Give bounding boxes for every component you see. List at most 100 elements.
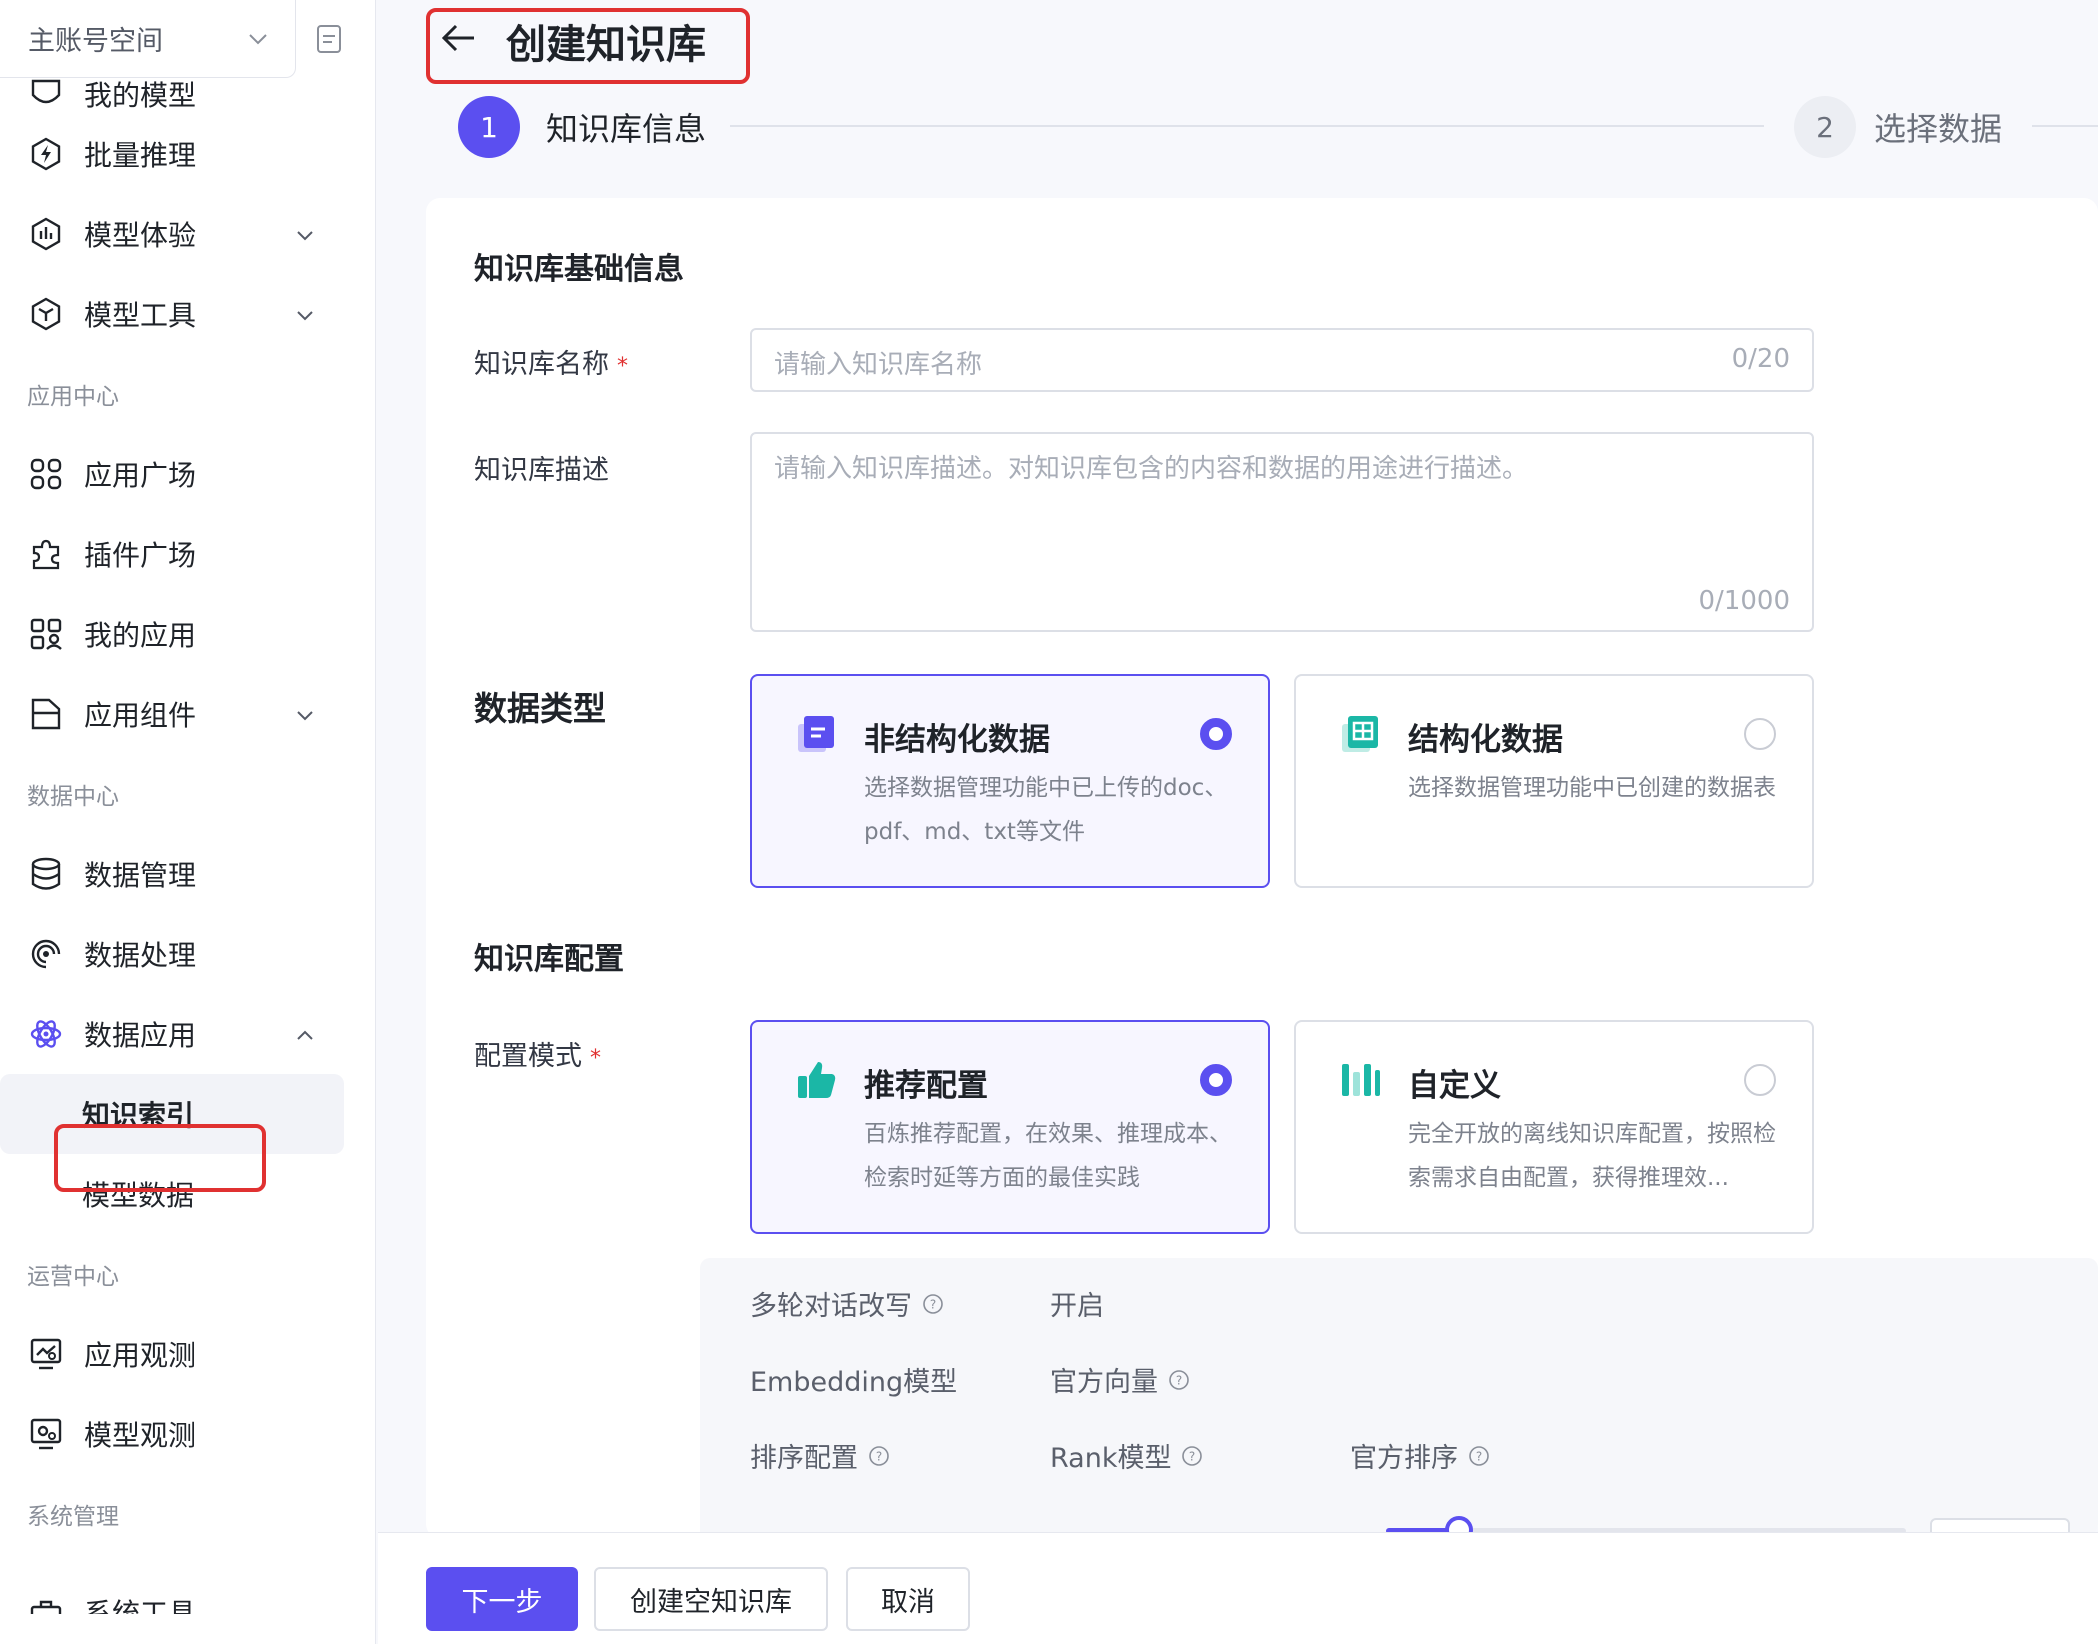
rank-model-value-text: 官方排序 bbox=[1350, 1443, 1458, 1474]
folder-icon bbox=[28, 696, 64, 732]
required-mark: * bbox=[617, 354, 628, 379]
document-icon[interactable] bbox=[316, 24, 342, 54]
sidebar-item-my-apps[interactable]: 我的应用 bbox=[0, 594, 375, 674]
rewrite-label: 多轮对话改写? bbox=[750, 1284, 944, 1323]
workspace-name: 主账号空间 bbox=[28, 26, 163, 57]
radio-selected[interactable] bbox=[1200, 1064, 1232, 1096]
radio-unselected[interactable] bbox=[1744, 1064, 1776, 1096]
model-shield-icon bbox=[28, 76, 64, 112]
sidebar-item-my-models[interactable]: 我的模型 bbox=[0, 74, 375, 114]
nav-group-system: 系统管理 bbox=[27, 1504, 119, 1530]
option-recommended-config[interactable]: 推荐配置 百炼推荐配置，在效果、推理成本、检索时延等方面的最佳实践 bbox=[750, 1020, 1270, 1234]
kb-desc-counter: 0/1000 bbox=[1698, 586, 1790, 616]
step-2-indicator: 2 bbox=[1794, 96, 1856, 158]
sidebar-item-model-experience[interactable]: 模型体验 bbox=[0, 194, 375, 274]
bars-custom-icon bbox=[1342, 1064, 1380, 1096]
step-connector bbox=[730, 125, 1764, 127]
sidebar: 主账号空间 我的模型 批量推理 模型体验 模型工具 应用中心 应用广场 插件广场… bbox=[0, 0, 376, 1644]
svg-text:?: ? bbox=[1189, 1449, 1195, 1463]
sidebar-item-label: 数据管理 bbox=[84, 859, 197, 892]
option-desc: 选择数据管理功能中已上传的doc、pdf、md、txt等文件 bbox=[864, 775, 1228, 845]
sidebar-item-data-apps[interactable]: 数据应用 bbox=[0, 994, 375, 1074]
option-unstructured-data[interactable]: 非结构化数据 选择数据管理功能中已上传的doc、pdf、md、txt等文件 bbox=[750, 674, 1270, 888]
sidebar-item-plugin-square[interactable]: 插件广场 bbox=[0, 514, 375, 594]
option-desc: 百炼推荐配置，在效果、推理成本、检索时延等方面的最佳实践 bbox=[864, 1121, 1232, 1191]
sidebar-item-label: 应用组件 bbox=[84, 699, 197, 732]
help-icon[interactable]: ? bbox=[922, 1293, 944, 1315]
form-card: 知识库基础信息 知识库名称 * 请输入知识库名称 0/20 知识库描述 请输入知识… bbox=[426, 198, 2098, 1538]
sidebar-item-data-management[interactable]: 数据管理 bbox=[0, 834, 375, 914]
kb-name-input[interactable]: 请输入知识库名称 0/20 bbox=[750, 328, 1814, 392]
radio-selected[interactable] bbox=[1200, 718, 1232, 750]
option-desc: 选择数据管理功能中已创建的数据表 bbox=[1408, 775, 1776, 801]
create-empty-kb-button[interactable]: 创建空知识库 bbox=[594, 1567, 828, 1631]
option-title: 自定义 bbox=[1408, 1068, 1501, 1104]
chevron-down-icon bbox=[297, 311, 313, 321]
svg-text:?: ? bbox=[1476, 1449, 1482, 1463]
rank-model-label-text: Rank模型 bbox=[1050, 1443, 1172, 1474]
mode-label-text: 配置模式 bbox=[474, 1041, 582, 1072]
option-title: 结构化数据 bbox=[1408, 722, 1563, 758]
step-connector bbox=[2032, 125, 2098, 127]
sidebar-item-label: 模型观测 bbox=[84, 1419, 197, 1452]
help-icon[interactable]: ? bbox=[1168, 1369, 1190, 1391]
rank-config-label-text: 排序配置 bbox=[750, 1443, 858, 1474]
nav-group-app-center: 应用中心 bbox=[27, 384, 119, 410]
svg-text:?: ? bbox=[1176, 1373, 1182, 1387]
sidebar-item-app-square[interactable]: 应用广场 bbox=[0, 434, 375, 514]
puzzle-icon bbox=[28, 536, 64, 572]
help-icon[interactable]: ? bbox=[1181, 1445, 1203, 1467]
sidebar-item-label: 数据应用 bbox=[84, 1019, 197, 1052]
sidebar-item-label: 模型体验 bbox=[84, 219, 197, 252]
sidebar-item-app-components[interactable]: 应用组件 bbox=[0, 674, 375, 754]
database-icon bbox=[28, 856, 64, 892]
kb-name-placeholder: 请输入知识库名称 bbox=[774, 350, 983, 380]
sidebar-item-label: 我的应用 bbox=[84, 619, 197, 652]
next-button[interactable]: 下一步 bbox=[426, 1567, 578, 1631]
name-label: 知识库名称 * bbox=[474, 342, 628, 381]
sidebar-item-model-observe[interactable]: 模型观测 bbox=[0, 1394, 375, 1474]
sidebar-item-system-tools[interactable]: 系统工具 bbox=[0, 1554, 375, 1614]
option-custom-config[interactable]: 自定义 完全开放的离线知识库配置，按照检索需求自由配置，获得推理效... bbox=[1294, 1020, 1814, 1234]
sidebar-item-model-tools[interactable]: 模型工具 bbox=[0, 274, 375, 354]
chevron-down-icon bbox=[297, 711, 313, 721]
sidebar-item-label: 批量推理 bbox=[84, 139, 197, 172]
step-1-indicator: 1 bbox=[458, 96, 520, 158]
kb-desc-textarea[interactable]: 请输入知识库描述。对知识库包含的内容和数据的用途进行描述。 0/1000 bbox=[750, 432, 1814, 632]
bolt-hexagon-icon bbox=[28, 136, 64, 172]
help-icon[interactable]: ? bbox=[1468, 1445, 1490, 1467]
svg-text:?: ? bbox=[876, 1449, 882, 1463]
sidebar-item-data-processing[interactable]: 数据处理 bbox=[0, 914, 375, 994]
atom-icon bbox=[28, 1016, 64, 1052]
cancel-button[interactable]: 取消 bbox=[846, 1567, 970, 1631]
workspace-row: 主账号空间 bbox=[0, 0, 375, 78]
mode-label: 配置模式 * bbox=[474, 1034, 601, 1073]
sidebar-item-batch-inference[interactable]: 批量推理 bbox=[0, 114, 375, 194]
rank-model-label: Rank模型? bbox=[1050, 1436, 1203, 1475]
chevron-down-icon bbox=[249, 34, 267, 45]
radio-unselected[interactable] bbox=[1744, 718, 1776, 750]
monitor-gear-icon bbox=[28, 1416, 64, 1452]
help-icon[interactable]: ? bbox=[868, 1445, 890, 1467]
sidebar-item-label: 我的模型 bbox=[84, 79, 197, 112]
chevron-up-icon bbox=[297, 1030, 313, 1040]
section-kb-config: 知识库配置 bbox=[474, 942, 624, 977]
kb-desc-placeholder: 请输入知识库描述。对知识库包含的内容和数据的用途进行描述。 bbox=[774, 454, 1529, 484]
chevron-down-icon bbox=[297, 231, 313, 241]
svg-text:?: ? bbox=[930, 1297, 936, 1311]
option-structured-data[interactable]: 结构化数据 选择数据管理功能中已创建的数据表 bbox=[1294, 674, 1814, 888]
required-mark: * bbox=[590, 1046, 601, 1071]
user-apps-icon bbox=[28, 616, 64, 652]
workspace-selector[interactable]: 主账号空间 bbox=[0, 0, 296, 78]
section-data-type: 数据类型 bbox=[474, 689, 606, 728]
cube-hexagon-icon bbox=[28, 296, 64, 332]
table-icon bbox=[1342, 716, 1378, 752]
monitor-chart-icon bbox=[28, 1336, 64, 1372]
nav-group-data-center: 数据中心 bbox=[27, 784, 119, 810]
footer-bar: 下一步 创建空知识库 取消 bbox=[378, 1532, 2098, 1644]
name-label-text: 知识库名称 bbox=[474, 349, 609, 380]
sidebar-item-app-observe[interactable]: 应用观测 bbox=[0, 1314, 375, 1394]
rank-config-label: 排序配置? bbox=[750, 1436, 890, 1475]
option-desc: 完全开放的离线知识库配置，按照检索需求自由配置，获得推理效... bbox=[1408, 1121, 1776, 1191]
desc-label: 知识库描述 bbox=[474, 455, 609, 486]
